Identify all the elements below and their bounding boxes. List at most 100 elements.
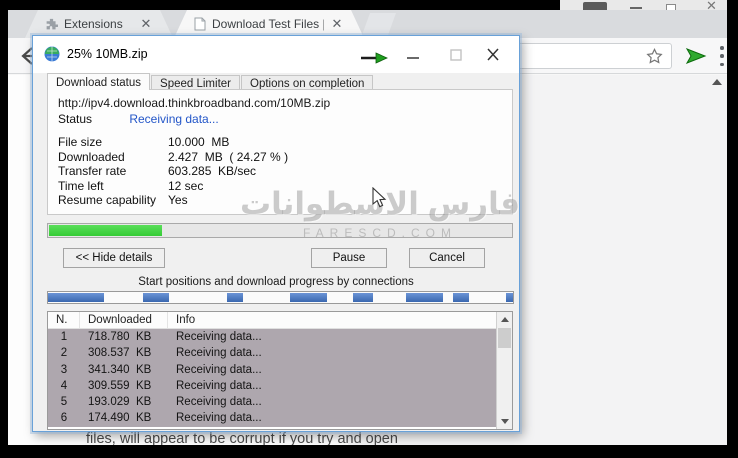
scroll-up-icon[interactable]: [497, 312, 512, 327]
browser-menu-icon[interactable]: [720, 46, 724, 66]
connection-segment: [453, 293, 469, 302]
cell-n: 4: [48, 378, 80, 394]
cell-n: 6: [48, 410, 80, 426]
status-value: Receiving data...: [129, 112, 218, 126]
dialog-maximize-icon[interactable]: [446, 46, 466, 64]
detail-field-row: Time left12 sec: [58, 179, 498, 194]
page-body-text: files, will appear to be corrupt if you …: [86, 431, 398, 445]
page-icon: [194, 17, 206, 31]
connection-segment: [227, 293, 243, 302]
progress-fill: [49, 225, 162, 236]
field-label: File size: [58, 135, 168, 150]
cell-n: 5: [48, 394, 80, 410]
page-scrollbar-up-icon[interactable]: [712, 79, 722, 85]
detail-field-row: Resume capabilityYes: [58, 193, 498, 208]
detail-field-row: Transfer rate603.285 KB/sec: [58, 164, 498, 179]
download-activity-arrow-icon: [359, 52, 389, 64]
field-label: Time left: [58, 179, 168, 194]
tab-label: Download Test Files | th: [212, 17, 324, 31]
cell-downloaded: 193.029 KB: [80, 394, 168, 410]
os-window-controls: ✕: [560, 0, 727, 10]
table-row[interactable]: 4309.559 KBReceiving data...: [48, 378, 496, 394]
tab-download-test-files[interactable]: Download Test Files | th ✕: [174, 10, 364, 38]
table-row[interactable]: 1718.780 KBReceiving data...: [48, 329, 496, 345]
browser-tab-bar: Extensions ✕ Download Test Files | th ✕: [8, 10, 727, 38]
tab-speed-limiter[interactable]: Speed Limiter: [151, 75, 240, 90]
pause-button[interactable]: Pause: [311, 248, 387, 268]
cell-downloaded: 341.340 KB: [80, 362, 168, 378]
field-label: Transfer rate: [58, 164, 168, 179]
dialog-title-bar[interactable]: 25% 10MB.zip: [33, 36, 519, 73]
table-body: 1718.780 KBReceiving data...2308.537 KBR…: [48, 329, 496, 429]
connection-segment: [353, 293, 374, 302]
idm-download-dialog: 25% 10MB.zip Download status Speed Limit…: [32, 35, 520, 432]
cell-info: Receiving data...: [168, 345, 496, 361]
table-row[interactable]: 6174.490 KBReceiving data...: [48, 410, 496, 426]
download-details-panel: http://ipv4.download.thinkbroadband.com/…: [47, 89, 513, 215]
cell-info: Receiving data...: [168, 394, 496, 410]
cell-downloaded: 174.490 KB: [80, 410, 168, 426]
idm-extension-icon[interactable]: [684, 44, 708, 68]
cell-n: 3: [48, 362, 80, 378]
download-progress-bar: [47, 223, 513, 238]
status-label: Status: [58, 112, 126, 126]
connections-caption: Start positions and download progress by…: [33, 276, 519, 288]
idm-globe-icon: [43, 45, 61, 63]
cell-downloaded: 718.780 KB: [80, 329, 168, 345]
cell-n: 2: [48, 345, 80, 361]
field-value: 603.285 KB/sec: [168, 164, 256, 179]
connection-segment: [143, 293, 169, 302]
new-tab-button[interactable]: [362, 13, 396, 35]
dialog-close-icon[interactable]: [483, 46, 503, 64]
detail-field-row: Downloaded2.427 MB ( 24.27 % ): [58, 150, 498, 165]
tab-download-status[interactable]: Download status: [47, 73, 150, 90]
screenshot-bottom-border: [0, 445, 738, 458]
status-row: Status Receiving data...: [58, 112, 219, 126]
cell-info: Receiving data...: [168, 410, 496, 426]
hide-details-button[interactable]: << Hide details: [63, 248, 165, 268]
field-label: Resume capability: [58, 193, 168, 208]
tab-extensions[interactable]: Extensions ✕: [25, 10, 173, 38]
connection-segments-bar: [47, 291, 514, 304]
table-header: N. Downloaded Info: [48, 312, 496, 329]
window-close-icon[interactable]: ✕: [706, 1, 718, 10]
connection-segment: [406, 293, 443, 302]
field-value: Yes: [168, 193, 188, 208]
cell-downloaded: 309.559 KB: [80, 378, 168, 394]
tab-label: Extensions: [64, 17, 133, 31]
cancel-button[interactable]: Cancel: [409, 248, 485, 268]
window-minimize-icon[interactable]: [630, 7, 642, 9]
table-row[interactable]: 3341.340 KBReceiving data...: [48, 362, 496, 378]
cell-info: Receiving data...: [168, 362, 496, 378]
tab-close-icon[interactable]: ✕: [330, 17, 344, 31]
scroll-down-icon[interactable]: [497, 414, 512, 429]
download-url: http://ipv4.download.thinkbroadband.com/…: [58, 96, 330, 110]
tab-close-icon[interactable]: ✕: [139, 17, 153, 31]
bookmark-star-icon[interactable]: [646, 48, 663, 65]
scrollbar-thumb[interactable]: [498, 328, 511, 348]
column-header-info: Info: [168, 312, 496, 328]
field-value: 12 sec: [168, 179, 203, 194]
cell-info: Receiving data...: [168, 329, 496, 345]
column-header-downloaded: Downloaded: [80, 312, 168, 328]
cell-n: 1: [48, 329, 80, 345]
cell-info: Receiving data...: [168, 378, 496, 394]
field-value: 10.000 MB: [168, 135, 229, 150]
tab-options-on-completion[interactable]: Options on completion: [241, 75, 373, 90]
taskbar-app-icon[interactable]: [583, 2, 607, 10]
field-label: Downloaded: [58, 150, 168, 165]
dialog-minimize-icon[interactable]: [403, 46, 423, 64]
table-scrollbar[interactable]: [496, 312, 512, 429]
cell-downloaded: 308.537 KB: [80, 345, 168, 361]
table-row[interactable]: 2308.537 KBReceiving data...: [48, 345, 496, 361]
detail-field-row: File size10.000 MB: [58, 135, 498, 150]
mouse-cursor: [372, 187, 388, 209]
table-row[interactable]: 5193.029 KBReceiving data...: [48, 394, 496, 410]
connections-table: N. Downloaded Info 1718.780 KBReceiving …: [47, 311, 513, 430]
detail-fields: File size10.000 MBDownloaded2.427 MB ( 2…: [58, 135, 498, 208]
dialog-tab-strip: Download status Speed Limiter Options on…: [47, 74, 374, 90]
column-header-n: N.: [48, 312, 80, 328]
dialog-title: 25% 10MB.zip: [67, 47, 148, 61]
connection-segment: [290, 293, 327, 302]
connection-segment: [506, 293, 513, 302]
